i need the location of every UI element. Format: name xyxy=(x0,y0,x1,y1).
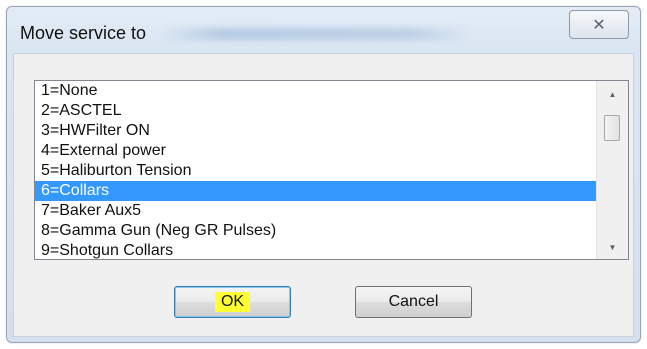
list-item-selected[interactable]: 6=Collars xyxy=(35,181,597,201)
list-item[interactable]: 4=External power xyxy=(35,141,597,161)
list-item[interactable]: 8=Gamma Gun (Neg GR Pulses) xyxy=(35,221,597,241)
close-button[interactable]: ✕ xyxy=(569,10,629,39)
close-icon: ✕ xyxy=(592,16,606,34)
list-item[interactable]: 9=Shotgun Collars xyxy=(35,241,597,259)
service-listbox[interactable]: 1=None 2=ASCTEL 3=HWFilter ON 4=External… xyxy=(34,80,629,260)
list-item[interactable]: 5=Haliburton Tension xyxy=(35,161,597,181)
cancel-button[interactable]: Cancel xyxy=(355,286,472,318)
list-item[interactable]: 1=None xyxy=(35,81,597,101)
scrollbar-thumb[interactable] xyxy=(604,115,620,141)
ok-button-label: OK xyxy=(214,292,251,312)
scroll-up-icon[interactable]: ▲ xyxy=(597,84,628,104)
scroll-down-icon[interactable]: ▼ xyxy=(597,237,628,257)
cancel-button-label: Cancel xyxy=(388,293,439,310)
dialog-title: Move service to xyxy=(20,23,147,43)
list-item[interactable]: 7=Baker Aux5 xyxy=(35,201,597,221)
service-list: 1=None 2=ASCTEL 3=HWFilter ON 4=External… xyxy=(35,81,597,259)
vertical-scrollbar[interactable]: ▲ ▼ xyxy=(596,81,628,259)
list-item[interactable]: 3=HWFilter ON xyxy=(35,121,597,141)
list-item[interactable]: 2=ASCTEL xyxy=(35,101,597,121)
ok-button[interactable]: OK xyxy=(174,286,291,318)
blurred-title-text xyxy=(160,28,470,40)
